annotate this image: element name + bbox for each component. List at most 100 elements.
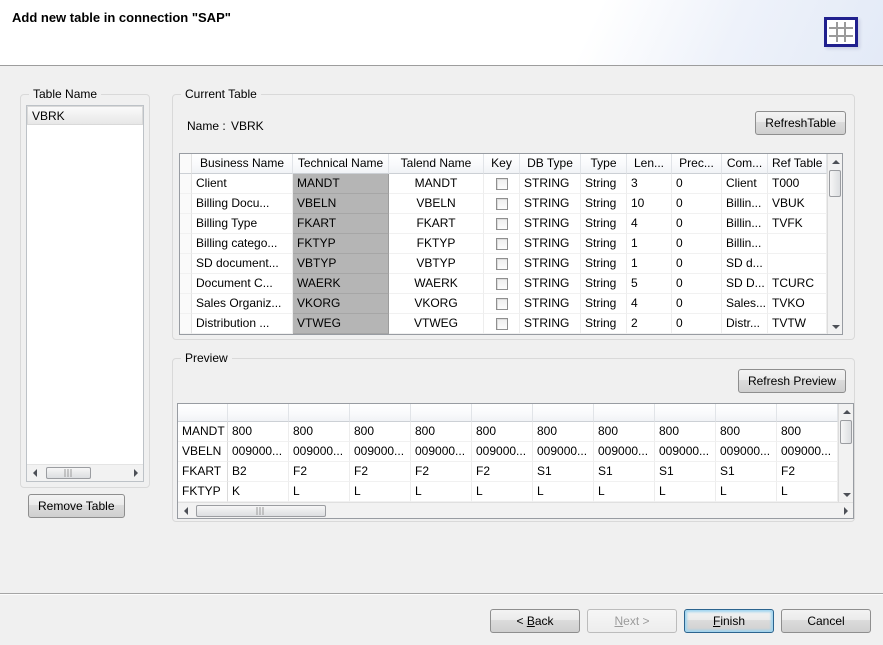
scroll-right-button[interactable] — [128, 465, 143, 480]
preview-field-name: FKART — [178, 462, 228, 482]
column-header[interactable]: Technical Name — [293, 154, 389, 174]
preview-cell: L — [533, 482, 594, 502]
row-selector[interactable] — [180, 194, 192, 214]
cell-ref-table: T000 — [768, 174, 827, 194]
cell-type: String — [581, 294, 627, 314]
cell-db-type: STRING — [520, 234, 581, 254]
refresh-preview-button[interactable]: Refresh Preview — [738, 369, 846, 393]
key-cell — [484, 314, 520, 334]
scrollbar-thumb[interactable] — [196, 505, 326, 517]
back-button[interactable]: < Back — [490, 609, 580, 633]
cell-ref-table: TVTW — [768, 314, 827, 334]
cell-technical-name: MANDT — [293, 174, 389, 194]
scroll-right-button[interactable] — [838, 503, 853, 518]
remove-table-button[interactable]: Remove Table — [28, 494, 125, 518]
key-checkbox[interactable] — [496, 298, 508, 310]
column-header[interactable]: Type — [581, 154, 627, 174]
preview-cell: F2 — [350, 462, 411, 482]
footer-separator — [0, 593, 883, 595]
scrollbar-thumb[interactable] — [46, 467, 91, 479]
cell-length: 5 — [627, 274, 672, 294]
table-name-item[interactable]: VBRK — [27, 106, 143, 125]
cell-comment: Billin... — [722, 234, 768, 254]
preview-group: Preview Refresh Preview MANDT80080080080… — [172, 358, 855, 522]
cell-db-type: STRING — [520, 174, 581, 194]
column-header[interactable]: Prec... — [672, 154, 722, 174]
cell-comment: SD d... — [722, 254, 768, 274]
key-checkbox[interactable] — [496, 318, 508, 330]
preview-column-header — [533, 404, 594, 422]
row-selector[interactable] — [180, 314, 192, 334]
table-name-list-hscrollbar[interactable] — [27, 464, 143, 481]
key-checkbox[interactable] — [496, 178, 508, 190]
scroll-left-button[interactable] — [178, 503, 193, 518]
table-row[interactable]: Billing TypeFKARTFKARTSTRINGString40Bill… — [180, 214, 827, 234]
column-header[interactable]: DB Type — [520, 154, 581, 174]
cell-db-type: STRING — [520, 214, 581, 234]
cell-technical-name: FKART — [293, 214, 389, 234]
cell-length: 2 — [627, 314, 672, 334]
preview-cell: 800 — [289, 422, 350, 442]
table-row[interactable]: ClientMANDTMANDTSTRINGString30ClientT000 — [180, 174, 827, 194]
key-checkbox[interactable] — [496, 278, 508, 290]
scroll-left-button[interactable] — [27, 465, 42, 480]
preview-cell: 800 — [472, 422, 533, 442]
table-row[interactable]: Billing catego...FKTYPFKTYPSTRINGString1… — [180, 234, 827, 254]
column-header[interactable]: Business Name — [192, 154, 293, 174]
cell-ref-table: TCURC — [768, 274, 827, 294]
table-name-list[interactable]: VBRK — [26, 105, 144, 482]
row-selector[interactable] — [180, 174, 192, 194]
finish-button[interactable]: Finish — [684, 609, 774, 633]
cancel-button[interactable]: Cancel — [781, 609, 871, 633]
cell-technical-name: VBTYP — [293, 254, 389, 274]
preview-cell: 009000... — [777, 442, 838, 462]
cell-talend-name: VBTYP — [389, 254, 484, 274]
cell-ref-table — [768, 234, 827, 254]
table-row[interactable]: SD document...VBTYPVBTYPSTRINGString10SD… — [180, 254, 827, 274]
cell-precision: 0 — [672, 254, 722, 274]
row-selector[interactable] — [180, 274, 192, 294]
column-header[interactable]: Com... — [722, 154, 768, 174]
preview-cell: L — [350, 482, 411, 502]
key-checkbox[interactable] — [496, 218, 508, 230]
table-row[interactable]: Billing Docu...VBELNVBELNSTRINGString100… — [180, 194, 827, 214]
cell-technical-name: VKORG — [293, 294, 389, 314]
cell-db-type: STRING — [520, 274, 581, 294]
row-selector[interactable] — [180, 254, 192, 274]
scroll-down-button[interactable] — [839, 487, 854, 502]
column-header[interactable]: Talend Name — [389, 154, 484, 174]
preview-cell: 009000... — [228, 442, 289, 462]
current-table-vscrollbar[interactable] — [827, 154, 842, 334]
preview-column-header — [350, 404, 411, 422]
cell-ref-table: TVFK — [768, 214, 827, 234]
key-checkbox[interactable] — [496, 198, 508, 210]
row-selector[interactable] — [180, 214, 192, 234]
scroll-up-button[interactable] — [839, 404, 854, 419]
cell-comment: Sales... — [722, 294, 768, 314]
cell-comment: Client — [722, 174, 768, 194]
preview-vscrollbar[interactable] — [838, 404, 853, 502]
row-selector[interactable] — [180, 234, 192, 254]
table-name-group-label: Table Name — [29, 87, 101, 101]
table-row[interactable]: Sales Organiz...VKORGVKORGSTRINGString40… — [180, 294, 827, 314]
key-cell — [484, 174, 520, 194]
column-header[interactable]: Key — [484, 154, 520, 174]
key-cell — [484, 274, 520, 294]
cell-type: String — [581, 314, 627, 334]
cell-type: String — [581, 274, 627, 294]
cell-precision: 0 — [672, 294, 722, 314]
scroll-up-button[interactable] — [828, 154, 843, 169]
scroll-down-button[interactable] — [828, 319, 843, 334]
scrollbar-thumb[interactable] — [840, 420, 852, 444]
preview-hscrollbar[interactable] — [178, 502, 853, 518]
scrollbar-thumb[interactable] — [829, 170, 841, 197]
table-row[interactable]: Document C...WAERKWAERKSTRINGString50SD … — [180, 274, 827, 294]
column-header[interactable]: Ref Table — [768, 154, 827, 174]
column-header[interactable]: Len... — [627, 154, 672, 174]
row-selector[interactable] — [180, 294, 192, 314]
refresh-table-button[interactable]: RefreshTable — [755, 111, 846, 135]
table-row[interactable]: Distribution ...VTWEGVTWEGSTRINGString20… — [180, 314, 827, 334]
key-checkbox[interactable] — [496, 238, 508, 250]
key-checkbox[interactable] — [496, 258, 508, 270]
preview-cell: L — [716, 482, 777, 502]
